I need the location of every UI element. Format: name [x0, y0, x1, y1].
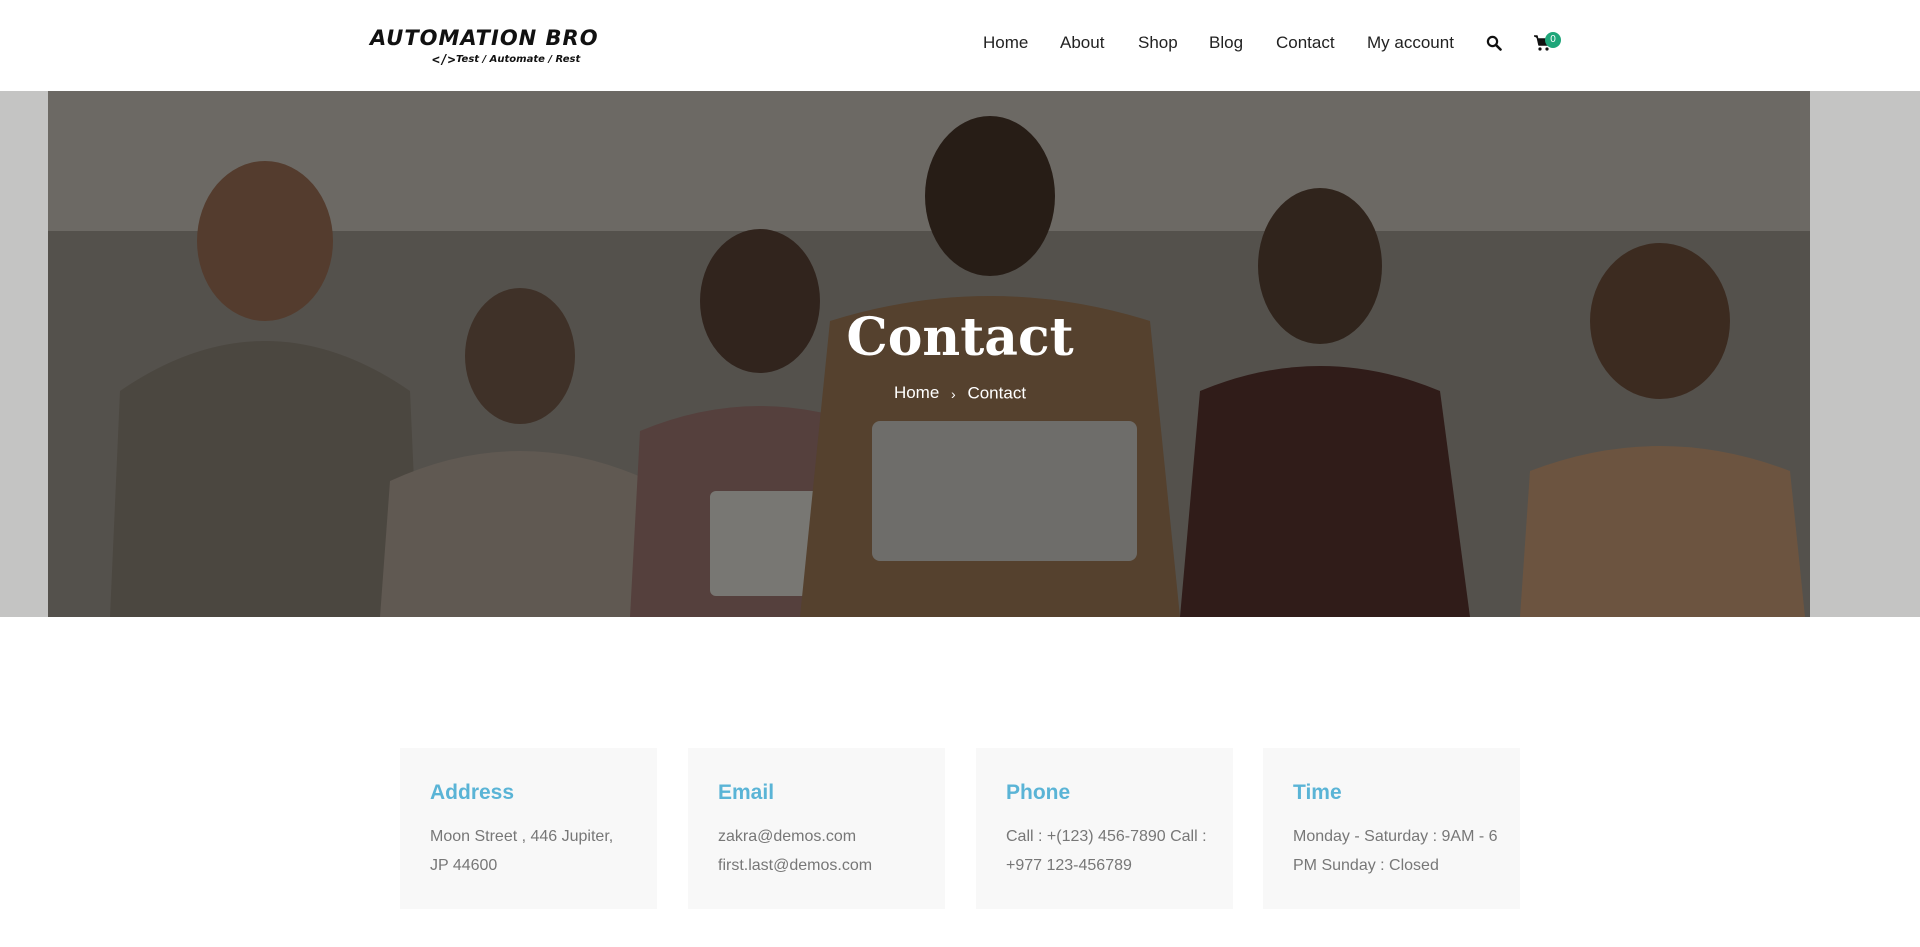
- cart-count-badge: 0: [1545, 32, 1561, 48]
- search-icon[interactable]: [1486, 35, 1502, 51]
- card-body: zakra@demos.com first.last@demos.com: [718, 828, 873, 874]
- card-title: Phone: [1006, 781, 1071, 804]
- logo-title: AUTOMATION BRO: [370, 26, 599, 50]
- nav-blog[interactable]: Blog: [1209, 33, 1243, 53]
- card-title: Address: [430, 781, 515, 804]
- code-icon: </>: [432, 53, 456, 68]
- card-body: Monday - Saturday : 9AM - 6 PM Sunday : …: [1293, 828, 1498, 874]
- card-body: Call : +(123) 456-7890 Call : +977 123-4…: [1006, 828, 1207, 874]
- email-card: Email zakra@demos.com first.last@demos.c…: [688, 748, 945, 909]
- chevron-right-icon: ›: [951, 385, 956, 402]
- nav-shop[interactable]: Shop: [1138, 33, 1178, 53]
- address-card: Address Moon Street , 446 Jupiter, JP 44…: [400, 748, 657, 909]
- phone-card: Phone Call : +(123) 456-7890 Call : +977…: [976, 748, 1233, 909]
- card-title: Email: [718, 781, 775, 804]
- hero-banner: Contact Home › Contact: [0, 91, 1920, 617]
- time-card: Time Monday - Saturday : 9AM - 6 PM Sund…: [1263, 748, 1520, 909]
- nav-my-account[interactable]: My account: [1367, 33, 1454, 53]
- logo-tagline: Test / Automate / Rest: [456, 54, 581, 65]
- site-logo[interactable]: AUTOMATION BRO </> Test / Automate / Res…: [370, 26, 598, 72]
- breadcrumb: Home › Contact: [0, 383, 1920, 404]
- site-header: AUTOMATION BRO </> Test / Automate / Res…: [0, 0, 1920, 91]
- card-title: Time: [1293, 781, 1342, 804]
- nav-about[interactable]: About: [1060, 33, 1104, 53]
- nav-home[interactable]: Home: [983, 33, 1028, 53]
- page-title: Contact: [846, 307, 1074, 368]
- nav-contact[interactable]: Contact: [1276, 33, 1335, 53]
- card-body: Moon Street , 446 Jupiter, JP 44600: [430, 828, 614, 874]
- breadcrumb-current: Contact: [967, 383, 1027, 403]
- breadcrumb-home[interactable]: Home: [894, 383, 939, 402]
